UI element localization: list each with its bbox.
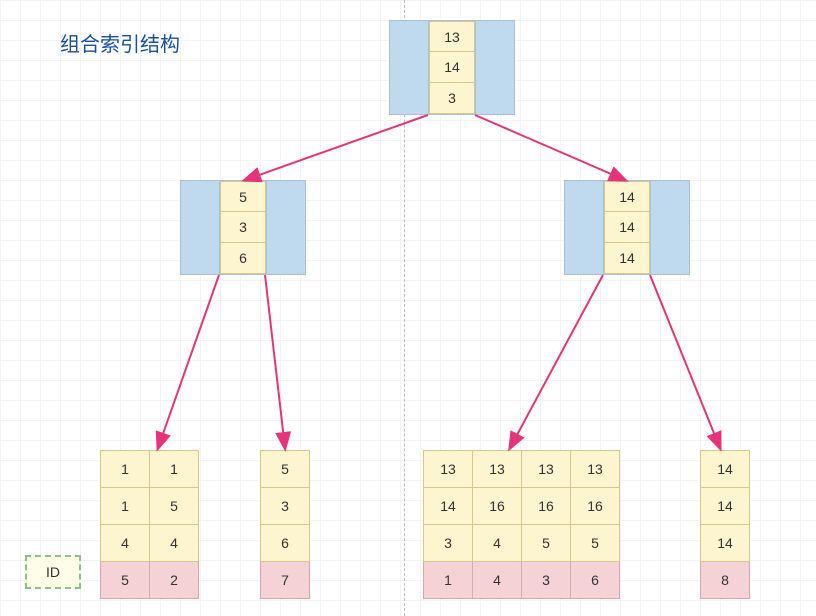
- leaf-key-cell: 13: [424, 451, 473, 488]
- diagram-canvas: 组合索引结构 ID 13143 536141414 11154452536713…: [0, 0, 816, 616]
- leaf-key-cell: 14: [701, 451, 750, 488]
- leaf-key-cell: 5: [571, 525, 620, 562]
- internal-node: 536: [180, 180, 306, 275]
- leaf-key-cell: 1: [101, 451, 150, 488]
- leaf-id-cell: 6: [571, 562, 620, 599]
- leaf-node: 5367: [260, 450, 310, 599]
- leaf-key-cell: 3: [424, 525, 473, 562]
- leaf-key-cell: 13: [473, 451, 522, 488]
- leaf-key-cell: 14: [701, 488, 750, 525]
- leaf-id-cell: 7: [261, 562, 310, 599]
- leaf-node: 11154452: [100, 450, 199, 599]
- root-key-cell: 14: [429, 52, 475, 83]
- internal-key-cell: 14: [604, 181, 650, 212]
- tree-edge-arrow: [510, 275, 603, 448]
- tree-edge-arrow: [265, 275, 285, 448]
- leaf-key-cell: 5: [261, 451, 310, 488]
- internal-key-cell: 14: [604, 212, 650, 243]
- internal-key-cell: 6: [220, 243, 266, 274]
- tree-edge-arrow: [650, 275, 720, 448]
- leaf-id-cell: 1: [424, 562, 473, 599]
- leaf-key-cell: 1: [101, 488, 150, 525]
- leaf-key-cell: 4: [101, 525, 150, 562]
- leaf-id-cell: 4: [473, 562, 522, 599]
- leaf-id-cell: 8: [701, 562, 750, 599]
- leaf-key-cell: 5: [150, 488, 199, 525]
- leaf-key-cell: 13: [522, 451, 571, 488]
- leaf-key-cell: 1: [150, 451, 199, 488]
- leaf-node: 1414148: [700, 450, 750, 599]
- leaf-key-cell: 16: [522, 488, 571, 525]
- leaf-key-cell: 5: [522, 525, 571, 562]
- leaf-key-cell: 13: [571, 451, 620, 488]
- root-key-cell: 3: [429, 83, 475, 114]
- tree-edge-arrow: [158, 275, 219, 448]
- root-key-cell: 13: [429, 21, 475, 52]
- root-node: 13143: [389, 20, 515, 115]
- leaf-key-cell: 14: [701, 525, 750, 562]
- leaf-key-cell: 14: [424, 488, 473, 525]
- leaf-key-cell: 16: [473, 488, 522, 525]
- diagram-title: 组合索引结构: [60, 28, 180, 57]
- leaf-id-cell: 2: [150, 562, 199, 599]
- leaf-key-cell: 6: [261, 525, 310, 562]
- internal-node: 141414: [564, 180, 690, 275]
- id-legend-chip: ID: [25, 555, 81, 589]
- leaf-key-cell: 16: [571, 488, 620, 525]
- internal-key-cell: 5: [220, 181, 266, 212]
- tree-edge-arrow: [475, 115, 625, 180]
- leaf-key-cell: 4: [150, 525, 199, 562]
- internal-key-cell: 14: [604, 243, 650, 274]
- leaf-id-cell: 5: [101, 562, 150, 599]
- leaf-key-cell: 4: [473, 525, 522, 562]
- internal-key-cell: 3: [220, 212, 266, 243]
- tree-edge-arrow: [245, 115, 428, 180]
- leaf-key-cell: 3: [261, 488, 310, 525]
- leaf-node: 131313131416161634551436: [423, 450, 620, 599]
- leaf-id-cell: 3: [522, 562, 571, 599]
